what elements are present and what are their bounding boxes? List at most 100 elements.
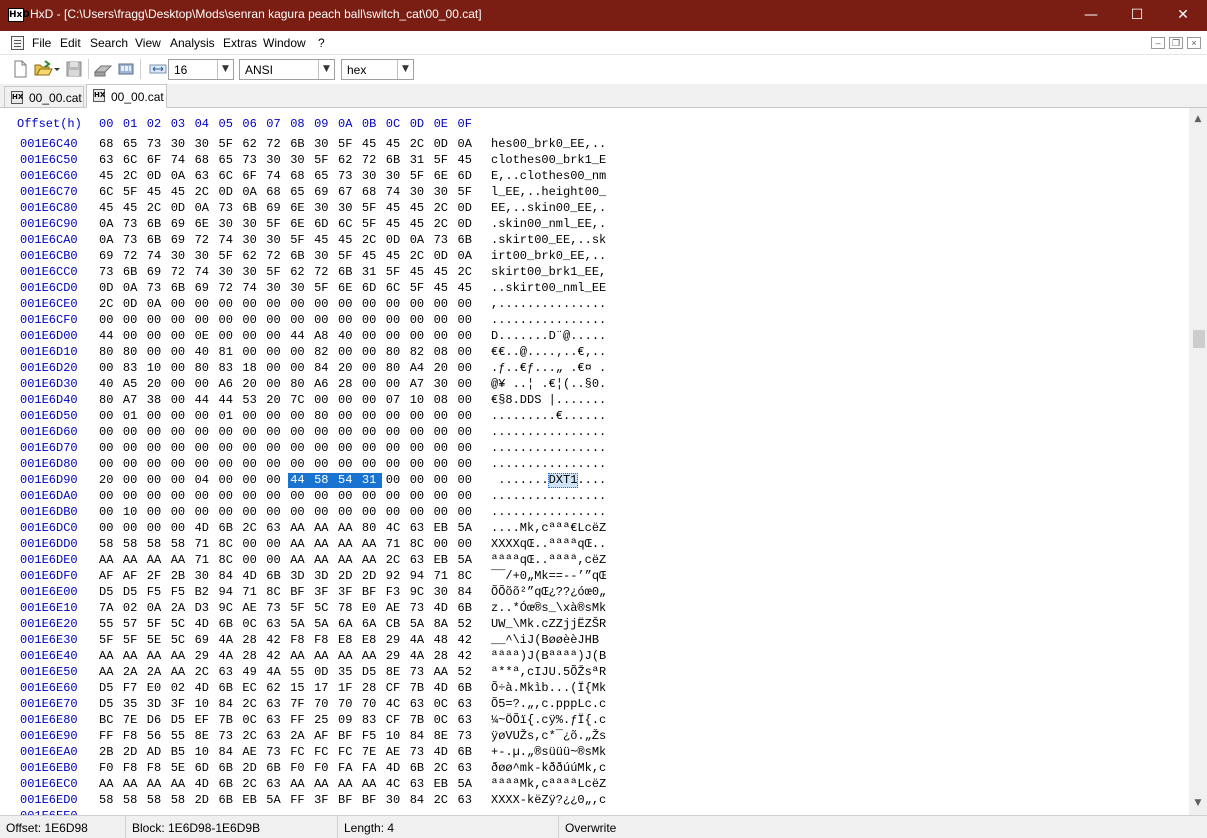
hex-byte[interactable]: EF [195, 713, 217, 729]
hex-byte[interactable]: EC [242, 681, 264, 697]
hex-byte[interactable]: 53 [242, 393, 264, 409]
hex-byte[interactable]: 8C [219, 553, 241, 569]
hex-byte[interactable]: 45 [410, 201, 432, 217]
row-text[interactable]: ªªªªqŒ..ªªªª,cëZ [491, 553, 606, 567]
hex-byte[interactable]: AA [338, 777, 360, 793]
hex-byte[interactable]: 58 [314, 473, 336, 489]
hex-byte[interactable]: 63 [458, 713, 480, 729]
hex-byte[interactable]: B5 [171, 745, 193, 761]
hex-row[interactable]: 001E6E30 5F 5F 5E 5C 69 4A 28 42 F8 F8 E8 E8 29 4A 48 42… [0, 633, 1189, 649]
hex-byte[interactable]: 2C [242, 777, 264, 793]
hex-byte[interactable]: 63 [458, 761, 480, 777]
hex-byte[interactable]: 2A [147, 665, 169, 681]
hex-byte[interactable]: 00 [195, 425, 217, 441]
hex-byte[interactable]: 5F [219, 137, 241, 153]
hex-byte[interactable]: 72 [171, 265, 193, 281]
hex-row[interactable]: 001E6C70 6C 5F 45 45 2C 0D 0A 68 65 69 67 68 74 30 30 5F… [0, 185, 1189, 201]
hex-byte[interactable]: 84 [219, 569, 241, 585]
hex-byte[interactable]: 5F [123, 185, 145, 201]
hex-byte[interactable]: 0D [219, 185, 241, 201]
hex-byte[interactable]: FF [99, 729, 121, 745]
hex-byte[interactable]: 30 [242, 265, 264, 281]
menu-view[interactable]: View [135, 36, 161, 50]
hex-byte[interactable]: 6C [219, 169, 241, 185]
hex-byte[interactable]: 84 [314, 361, 336, 377]
hex-byte[interactable]: AA [123, 649, 145, 665]
hex-byte[interactable]: 45 [362, 137, 384, 153]
row-bytes[interactable]: 0D 0A 73 6B 69 72 74 30 30 5F 6E 6D 6C 5F 45 45 [99, 281, 479, 297]
hex-byte[interactable]: 00 [195, 377, 217, 393]
hex-byte[interactable]: 00 [123, 425, 145, 441]
document-icon[interactable] [11, 36, 24, 50]
hex-byte[interactable]: 00 [219, 313, 241, 329]
open-disk-icon[interactable] [93, 59, 113, 79]
hex-byte[interactable]: 4D [386, 761, 408, 777]
hex-byte[interactable]: F5 [171, 585, 193, 601]
hex-byte[interactable]: 0C [242, 713, 264, 729]
hex-byte[interactable]: 70 [338, 697, 360, 713]
hex-byte[interactable]: 02 [123, 601, 145, 617]
scroll-down-icon[interactable]: ▼ [1189, 795, 1207, 812]
hex-byte[interactable]: 4C [386, 777, 408, 793]
row-bytes[interactable]: 44 00 00 00 0E 00 00 00 44 A8 40 00 00 00 00 00 [99, 329, 479, 345]
hex-byte[interactable]: 45 [147, 185, 169, 201]
hex-byte[interactable]: 44 [290, 329, 312, 345]
hex-byte[interactable]: 0D [171, 201, 193, 217]
hex-byte[interactable]: 80 [99, 345, 121, 361]
hex-byte[interactable]: AA [314, 553, 336, 569]
hex-byte[interactable]: 00 [123, 521, 145, 537]
hex-byte[interactable]: 92 [386, 569, 408, 585]
hex-byte[interactable]: 6B [266, 569, 288, 585]
hex-byte[interactable]: 00 [434, 489, 456, 505]
hex-byte[interactable]: 00 [242, 489, 264, 505]
hex-byte[interactable]: 00 [386, 505, 408, 521]
hex-byte[interactable]: D3 [195, 601, 217, 617]
hex-byte[interactable]: 01 [219, 409, 241, 425]
hex-byte[interactable]: 00 [434, 505, 456, 521]
hex-byte[interactable]: 62 [290, 265, 312, 281]
hex-byte[interactable]: 0D [386, 233, 408, 249]
hex-byte[interactable]: E8 [362, 633, 384, 649]
hex-byte[interactable]: 42 [266, 649, 288, 665]
hex-byte[interactable]: 5F [99, 633, 121, 649]
hex-byte[interactable]: 94 [410, 569, 432, 585]
hex-byte[interactable]: 84 [219, 745, 241, 761]
hex-byte[interactable]: 6B [458, 233, 480, 249]
hex-byte[interactable]: 2C [195, 185, 217, 201]
hex-byte[interactable]: 5A [410, 617, 432, 633]
row-text[interactable]: XXXX-këZÿ?¿¿0„,c [491, 793, 606, 807]
offset-base-select[interactable]: hex ▼ [341, 59, 414, 80]
hex-byte[interactable]: 80 [195, 361, 217, 377]
hex-byte[interactable]: 71 [386, 537, 408, 553]
hex-byte[interactable]: E0 [147, 681, 169, 697]
hex-byte[interactable]: 40 [99, 377, 121, 393]
hex-byte[interactable]: 00 [410, 489, 432, 505]
row-text[interactable]: @¥ ..¦ .€¦(..§0. [491, 377, 606, 391]
hex-byte[interactable]: 00 [434, 425, 456, 441]
hex-byte[interactable]: 18 [242, 361, 264, 377]
hex-byte[interactable]: EB [242, 793, 264, 809]
hex-byte[interactable]: 4A [266, 665, 288, 681]
row-text[interactable]: ÕÕõõ²”qŒ¿??¿óœ0„ [491, 585, 606, 599]
hex-byte[interactable]: 00 [219, 489, 241, 505]
hex-row[interactable]: 001E6CE0 2C 0D 0A 00 00 00 00 00 00 00 00 00 00 00 00 00… [0, 297, 1189, 313]
hex-byte[interactable]: 65 [314, 169, 336, 185]
hex-byte[interactable]: 30 [242, 233, 264, 249]
hex-byte[interactable]: 00 [99, 361, 121, 377]
hex-byte[interactable]: 72 [219, 281, 241, 297]
hex-byte[interactable]: 8C [458, 569, 480, 585]
hex-byte[interactable]: 7B [410, 713, 432, 729]
hex-byte[interactable]: 00 [410, 425, 432, 441]
row-bytes[interactable]: D5 35 3D 3F 10 84 2C 63 7F 70 70 70 4C 63 0C 63 [99, 697, 479, 713]
hex-byte[interactable]: AA [123, 553, 145, 569]
hex-byte[interactable]: AA [314, 777, 336, 793]
hex-byte[interactable]: 00 [266, 329, 288, 345]
hex-byte[interactable]: 00 [314, 425, 336, 441]
hex-byte[interactable]: 63 [410, 777, 432, 793]
hex-byte[interactable]: 2C [386, 553, 408, 569]
row-bytes[interactable]: 80 80 00 00 40 81 00 00 00 82 00 00 80 82 08 00 [99, 345, 479, 361]
hex-byte[interactable]: 00 [410, 297, 432, 313]
hex-byte[interactable]: 63 [410, 553, 432, 569]
hex-byte[interactable]: 6A [338, 617, 360, 633]
hex-byte[interactable]: F7 [123, 681, 145, 697]
